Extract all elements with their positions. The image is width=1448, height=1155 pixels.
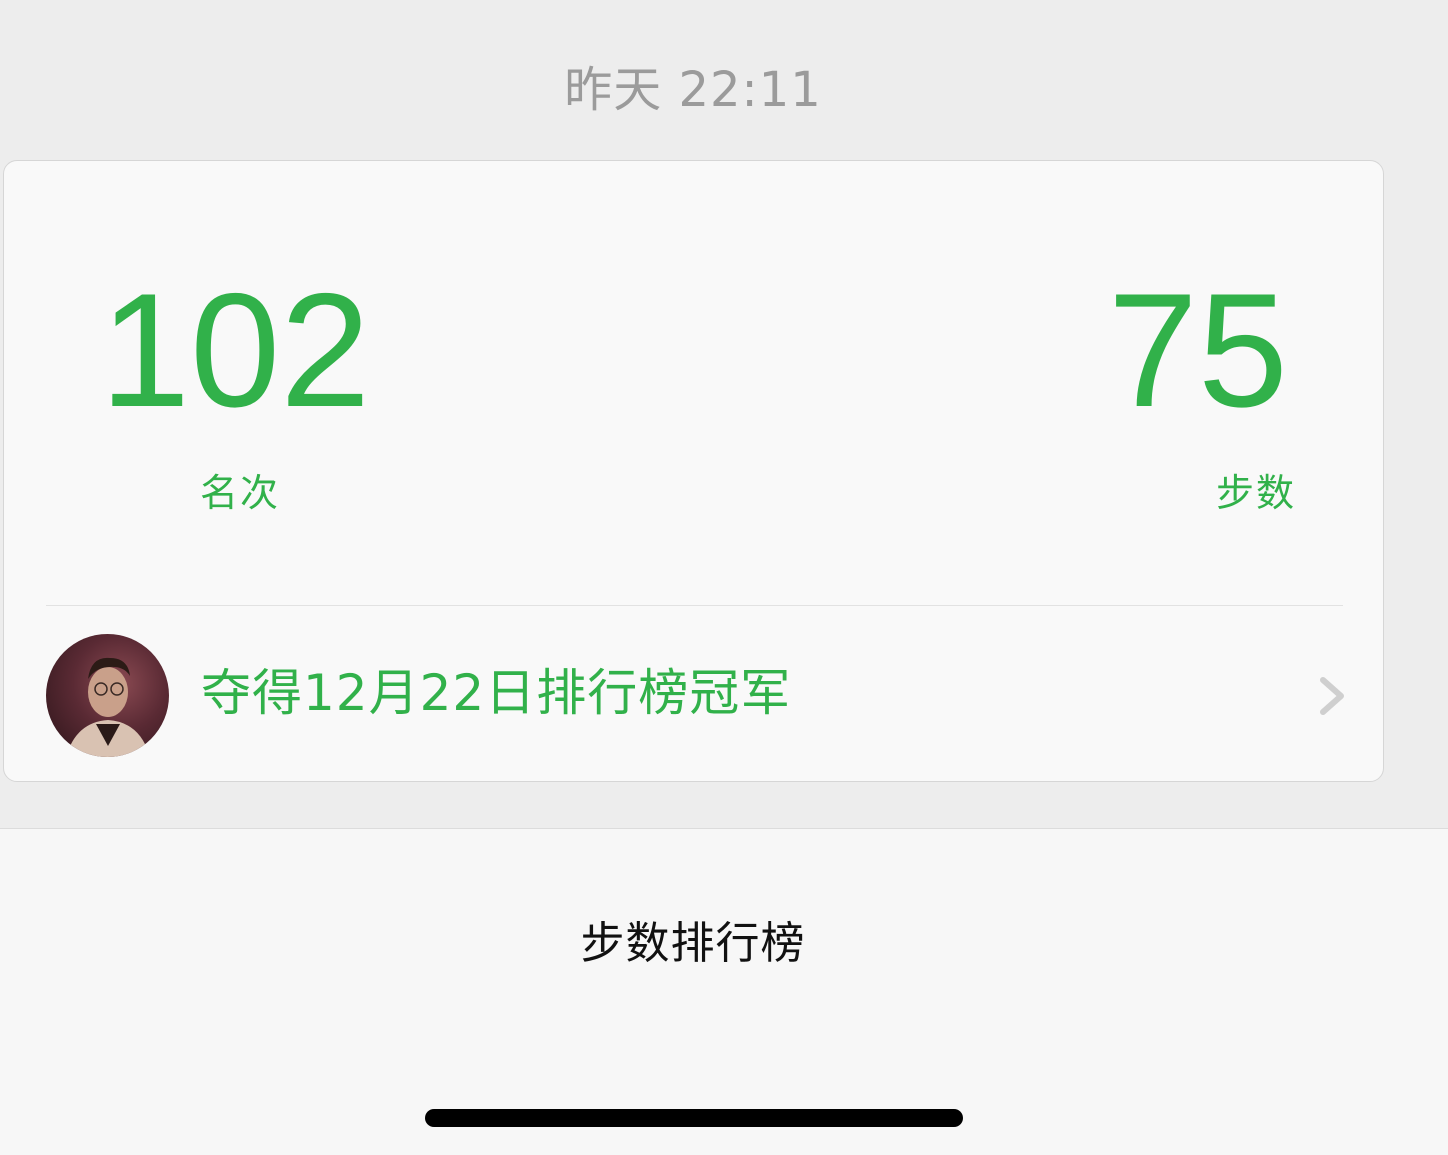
champion-row[interactable]: 夺得12月22日排行榜冠军 (3, 606, 1384, 782)
steps-value: 75 (1107, 260, 1288, 441)
steps-label: 步数 (1215, 471, 1296, 515)
chevron-right-icon[interactable] (1311, 676, 1351, 716)
rank-value: 102 (100, 260, 371, 441)
bottom-panel: 步数排行榜 (0, 828, 1448, 1155)
leaderboard-title[interactable]: 步数排行榜 (0, 907, 1386, 971)
home-indicator[interactable] (425, 1109, 963, 1127)
message-timestamp: 昨天 22:11 (564, 62, 822, 118)
rank-label: 名次 (200, 471, 281, 515)
champion-text: 夺得12月22日排行榜冠军 (201, 664, 792, 722)
avatar-portrait-icon (66, 657, 150, 757)
user-avatar[interactable] (46, 634, 169, 757)
